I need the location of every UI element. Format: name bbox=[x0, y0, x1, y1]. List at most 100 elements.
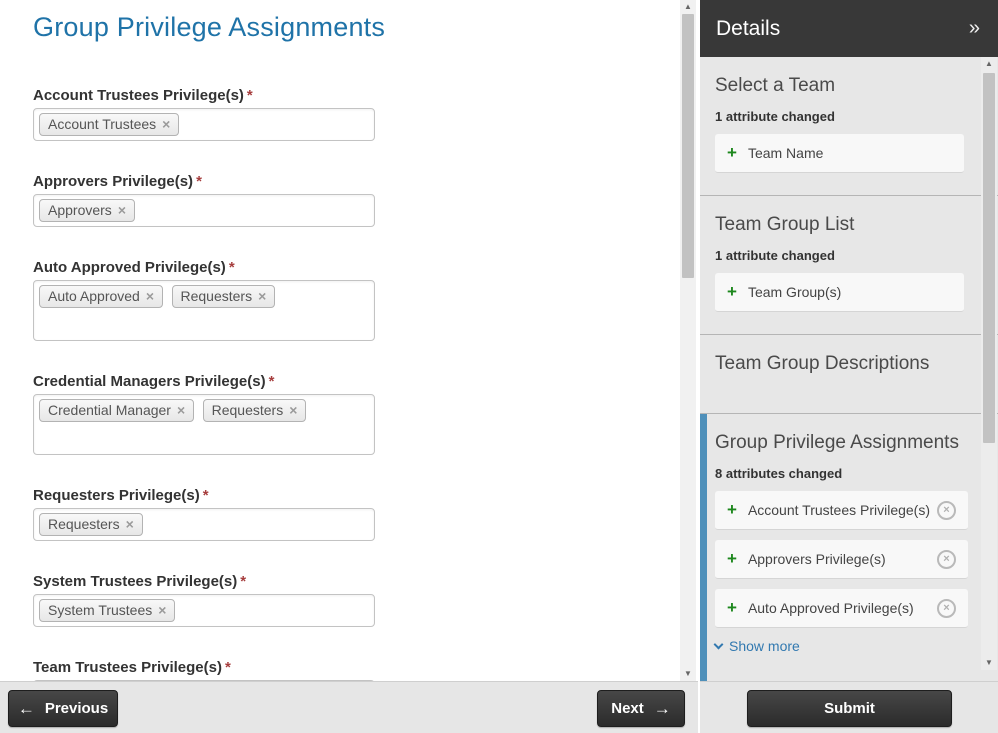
tag: Requesters × bbox=[172, 285, 276, 308]
field-label: System Trustees Privilege(s) bbox=[33, 573, 237, 590]
attr-card-account-trustees[interactable]: + Account Trustees Privilege(s) × bbox=[715, 491, 968, 530]
required-asterisk: * bbox=[196, 173, 202, 190]
field-label: Requesters Privilege(s) bbox=[33, 487, 200, 504]
tag: Approvers× bbox=[39, 199, 135, 222]
scroll-up-icon[interactable]: ▲ bbox=[981, 57, 997, 71]
remove-attribute-icon[interactable]: × bbox=[937, 550, 956, 569]
tag-remove-icon[interactable]: × bbox=[177, 402, 185, 418]
chevron-down-icon bbox=[714, 639, 724, 649]
previous-button[interactable]: ← Previous bbox=[8, 690, 118, 727]
show-more-link[interactable]: Show more bbox=[715, 638, 968, 654]
tag: Auto Approved × bbox=[39, 285, 163, 308]
tag-input-credential-managers[interactable]: Credential Manager × Requesters × bbox=[33, 394, 375, 455]
arrow-right-icon: → bbox=[654, 700, 671, 717]
field-auto-approved: Auto Approved Privilege(s)* Auto Approve… bbox=[33, 259, 375, 341]
remove-attribute-icon[interactable]: × bbox=[937, 501, 956, 520]
tag-remove-icon[interactable]: × bbox=[126, 516, 134, 532]
show-more-label: Show more bbox=[729, 638, 800, 654]
section-title: Select a Team bbox=[715, 75, 964, 97]
submit-label: Submit bbox=[824, 700, 875, 717]
main-scrollbar[interactable]: ▲ ▼ bbox=[680, 0, 696, 681]
plus-icon: + bbox=[727, 282, 737, 302]
tag-input-auto-approved[interactable]: Auto Approved × Requesters × bbox=[33, 280, 375, 341]
details-title: Details bbox=[716, 17, 780, 41]
attr-card-auto-approved[interactable]: + Auto Approved Privilege(s) × bbox=[715, 589, 968, 628]
section-title: Team Group List bbox=[715, 214, 964, 236]
tag-label: Requesters bbox=[181, 288, 253, 304]
tag-remove-icon[interactable]: × bbox=[158, 602, 166, 618]
tag-input-account-trustees[interactable]: Account Trustees× bbox=[33, 108, 375, 141]
tag-label: Requesters bbox=[48, 516, 120, 532]
attributes-changed-count: 8 attributes changed bbox=[715, 466, 968, 481]
submit-footer: Submit bbox=[700, 681, 998, 733]
tag-input-requesters[interactable]: Requesters × bbox=[33, 508, 375, 541]
field-label: Credential Managers Privilege(s) bbox=[33, 373, 266, 390]
scroll-down-icon[interactable]: ▼ bbox=[981, 656, 997, 670]
section-title: Group Privilege Assignments bbox=[715, 432, 968, 454]
scroll-up-icon[interactable]: ▲ bbox=[680, 0, 696, 14]
required-asterisk: * bbox=[225, 659, 231, 676]
submit-button[interactable]: Submit bbox=[747, 690, 952, 727]
tag: Account Trustees× bbox=[39, 113, 179, 136]
attributes-changed-count: 1 attribute changed bbox=[715, 248, 964, 263]
sidebar-scrollbar-thumb[interactable] bbox=[983, 73, 995, 443]
previous-label: Previous bbox=[45, 700, 108, 717]
section-team-group-list: Team Group List 1 attribute changed + Te… bbox=[700, 196, 998, 335]
field-label: Auto Approved Privilege(s) bbox=[33, 259, 226, 276]
details-header: Details » bbox=[700, 0, 998, 57]
tag-label: Requesters bbox=[212, 402, 284, 418]
tag: Requesters × bbox=[39, 513, 143, 536]
field-label: Team Trustees Privilege(s) bbox=[33, 659, 222, 676]
section-title: Team Group Descriptions bbox=[715, 353, 964, 375]
tag-input-approvers[interactable]: Approvers× bbox=[33, 194, 375, 227]
section-group-privilege-assignments: Group Privilege Assignments 8 attributes… bbox=[700, 414, 998, 681]
tag: System Trustees × bbox=[39, 599, 175, 622]
attr-card-approvers[interactable]: + Approvers Privilege(s) × bbox=[715, 540, 968, 579]
attr-label: Team Group(s) bbox=[748, 283, 841, 302]
details-body: Select a Team 1 attribute changed + Team… bbox=[700, 57, 998, 681]
field-credential-managers: Credential Managers Privilege(s)* Creden… bbox=[33, 373, 375, 455]
tag-input-system-trustees[interactable]: System Trustees × bbox=[33, 594, 375, 627]
section-select-a-team: Select a Team 1 attribute changed + Team… bbox=[700, 57, 998, 196]
sidebar-scrollbar[interactable]: ▲ ▼ bbox=[981, 57, 997, 670]
form-content: Group Privilege Assignments Account Trus… bbox=[0, 0, 698, 681]
tag-label: System Trustees bbox=[48, 602, 152, 618]
wizard-footer: ← Previous Next → bbox=[0, 681, 698, 733]
tag-remove-icon[interactable]: × bbox=[162, 116, 170, 132]
required-asterisk: * bbox=[247, 87, 253, 104]
arrow-left-icon: ← bbox=[18, 700, 35, 717]
next-button[interactable]: Next → bbox=[597, 690, 685, 727]
field-requesters: Requesters Privilege(s)* Requesters × bbox=[33, 487, 375, 541]
plus-icon: + bbox=[727, 549, 737, 569]
tag-remove-icon[interactable]: × bbox=[118, 202, 126, 218]
field-account-trustees: Account Trustees Privilege(s)* Account T… bbox=[33, 87, 375, 141]
field-team-trustees: Team Trustees Privilege(s)* Team Trustee… bbox=[33, 659, 375, 681]
remove-attribute-icon[interactable]: × bbox=[937, 599, 956, 618]
field-approvers: Approvers Privilege(s)* Approvers× bbox=[33, 173, 375, 227]
field-label: Approvers Privilege(s) bbox=[33, 173, 193, 190]
attr-card-team-name[interactable]: + Team Name bbox=[715, 134, 964, 173]
attr-card-team-groups[interactable]: + Team Group(s) bbox=[715, 273, 964, 312]
required-asterisk: * bbox=[269, 373, 275, 390]
collapse-panel-icon[interactable]: » bbox=[969, 17, 980, 40]
field-label: Account Trustees Privilege(s) bbox=[33, 87, 244, 104]
attr-label: Auto Approved Privilege(s) bbox=[748, 599, 914, 618]
plus-icon: + bbox=[727, 598, 737, 618]
tag-label: Auto Approved bbox=[48, 288, 140, 304]
page-title: Group Privilege Assignments bbox=[33, 12, 638, 43]
main-panel: Group Privilege Assignments Account Trus… bbox=[0, 0, 698, 681]
required-asterisk: * bbox=[240, 573, 246, 590]
scroll-down-icon[interactable]: ▼ bbox=[680, 667, 696, 681]
attr-label: Team Name bbox=[748, 144, 823, 163]
tag: Requesters × bbox=[203, 399, 307, 422]
required-asterisk: * bbox=[203, 487, 209, 504]
tag-remove-icon[interactable]: × bbox=[258, 288, 266, 304]
plus-icon: + bbox=[727, 500, 737, 520]
required-asterisk: * bbox=[229, 259, 235, 276]
tag: Credential Manager × bbox=[39, 399, 194, 422]
main-scrollbar-thumb[interactable] bbox=[682, 14, 694, 278]
tag-label: Credential Manager bbox=[48, 402, 171, 418]
tag-remove-icon[interactable]: × bbox=[146, 288, 154, 304]
details-sidebar: Details » Select a Team 1 attribute chan… bbox=[700, 0, 998, 681]
tag-remove-icon[interactable]: × bbox=[289, 402, 297, 418]
